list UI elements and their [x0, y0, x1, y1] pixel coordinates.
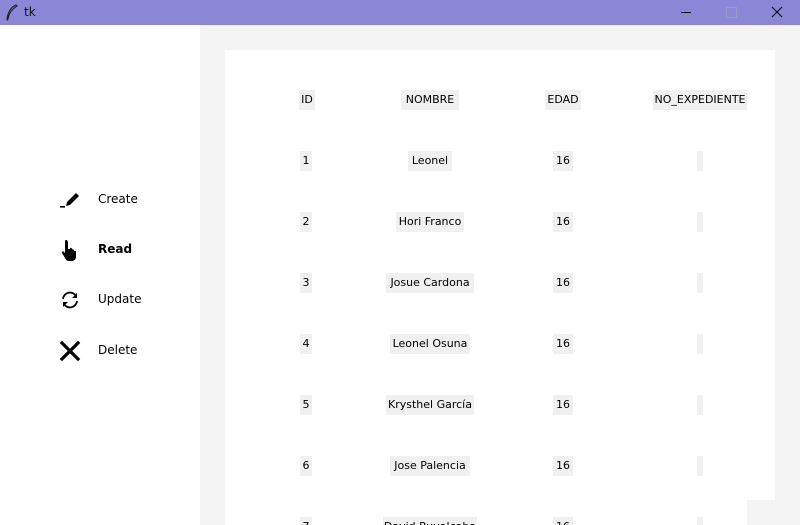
- table-cell-edad: 16: [553, 395, 573, 415]
- table-cell-no-expediente: [697, 456, 703, 476]
- table-cell-edad: 16: [553, 273, 573, 293]
- table-cell-id: 7: [300, 517, 312, 525]
- table-cell-no-expediente: [697, 212, 703, 232]
- column-header-edad: EDAD: [545, 90, 581, 110]
- column-header-no-expediente: NO_EXPEDIENTE: [653, 90, 747, 110]
- column-header-id: ID: [299, 90, 315, 110]
- table-cell-id: 2: [300, 212, 312, 232]
- table-cell-edad: 16: [553, 334, 573, 354]
- table-cell-edad: 16: [553, 517, 573, 525]
- table-cell-id: 6: [300, 456, 312, 476]
- table-cell-no-expediente: [697, 273, 703, 293]
- table-cell-id: 4: [300, 334, 312, 354]
- table-cell-edad: 16: [553, 212, 573, 232]
- table-cell-edad: 16: [553, 151, 573, 171]
- table-cell-id: 3: [300, 273, 312, 293]
- table-cell-nombre: Leonel: [408, 151, 452, 171]
- table-cell-no-expediente: [697, 334, 703, 354]
- table-cell-nombre: Jose Palencia: [390, 456, 470, 476]
- table-cell-nombre: David Ruvalcaba: [383, 517, 477, 525]
- table-cell-no-expediente: [697, 517, 703, 525]
- table-cell-nombre: Krysthel García: [386, 395, 474, 415]
- table-cell-id: 5: [300, 395, 312, 415]
- column-header-nombre: NOMBRE: [401, 90, 459, 110]
- table-cell-no-expediente: [697, 395, 703, 415]
- table-cell-nombre: Leonel Osuna: [390, 334, 470, 354]
- table-cell-nombre: Josue Cardona: [386, 273, 474, 293]
- table-cell-nombre: Hori Franco: [396, 212, 464, 232]
- table-cell-no-expediente: [697, 151, 703, 171]
- records-table: ID NOMBRE EDAD NO_EXPEDIENTE 1 Leonel 16…: [0, 0, 800, 525]
- table-cell-edad: 16: [553, 456, 573, 476]
- table-cell-id: 1: [300, 151, 312, 171]
